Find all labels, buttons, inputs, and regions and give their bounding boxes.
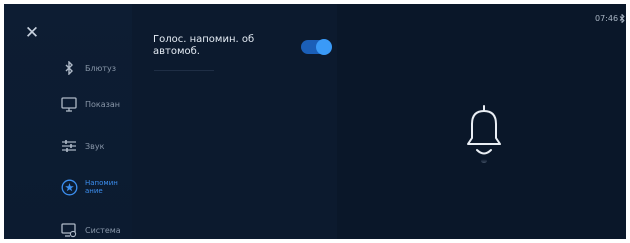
divider [154, 70, 214, 71]
bluetooth-icon [619, 13, 625, 25]
sidebar-item-label: Система [85, 225, 121, 235]
settings-panel: Голос. напомин. об автомоб. [132, 4, 337, 239]
voice-reminder-toggle[interactable] [301, 39, 332, 55]
sidebar-item-sound[interactable]: Звук [60, 133, 132, 159]
sidebar-item-label: Напомин ание [85, 179, 118, 195]
voice-reminder-label: Голос. напомин. об автомоб. [153, 34, 255, 57]
bell-icon [464, 104, 504, 164]
bluetooth-icon [60, 59, 78, 77]
close-button[interactable]: ✕ [24, 23, 40, 43]
sidebar-item-label: Звук [85, 141, 105, 151]
close-icon: ✕ [24, 23, 40, 43]
sidebar-item-system[interactable]: Система [60, 217, 132, 239]
reminder-icon [60, 178, 78, 196]
settings-screen: ✕ Блютуз Показан Звук Напомин ание Систе… [4, 4, 626, 239]
sidebar-item-reminder[interactable]: Напомин ание [60, 174, 132, 200]
toggle-knob [316, 39, 332, 55]
display-icon [60, 95, 78, 113]
system-icon [60, 221, 78, 239]
sidebar-item-display[interactable]: Показан [60, 91, 132, 117]
sidebar-item-bluetooth[interactable]: Блютуз [60, 55, 132, 81]
status-clock: 07:46 [595, 14, 619, 23]
sidebar: ✕ Блютуз Показан Звук Напомин ание Систе… [4, 4, 132, 239]
illustration-pane: 07:46 [337, 4, 626, 239]
equalizer-icon [60, 137, 78, 155]
sidebar-item-label: Показан [85, 99, 121, 109]
sidebar-item-label: Блютуз [85, 63, 116, 73]
